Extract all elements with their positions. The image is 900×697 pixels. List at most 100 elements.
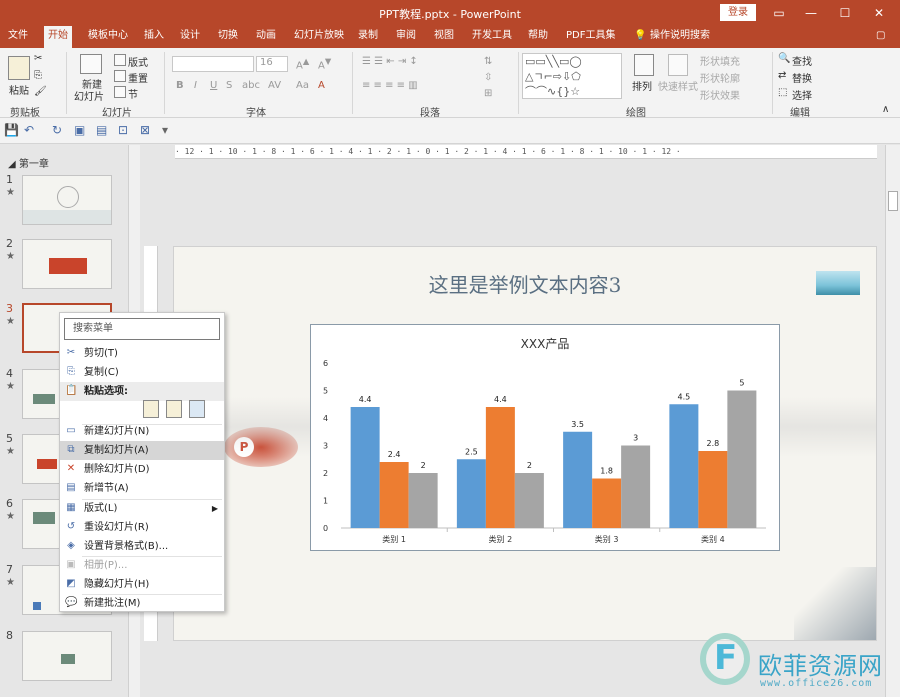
- tab-slideshow[interactable]: 幻灯片放映: [290, 26, 348, 48]
- tab-developer[interactable]: 开发工具: [468, 26, 516, 48]
- section-icon[interactable]: [114, 86, 126, 98]
- close-icon[interactable]: ✕: [864, 3, 894, 23]
- layout-button[interactable]: 版式: [128, 54, 148, 69]
- font-name-combo[interactable]: [172, 56, 254, 72]
- font-size-combo[interactable]: 16: [256, 56, 288, 72]
- tab-insert[interactable]: 插入: [140, 26, 168, 48]
- select-icon[interactable]: ⬚: [778, 87, 787, 98]
- reset-button[interactable]: 重置: [128, 70, 148, 85]
- tab-transitions[interactable]: 切换: [214, 26, 242, 48]
- menu-search-input[interactable]: 搜索菜单: [64, 318, 220, 340]
- tab-review[interactable]: 审阅: [392, 26, 420, 48]
- collapse-ribbon-icon[interactable]: ∧: [882, 104, 889, 115]
- new-slide-qat-icon[interactable]: ▤: [96, 123, 107, 137]
- paste-label[interactable]: 粘贴: [9, 82, 29, 97]
- tab-design[interactable]: 设计: [176, 26, 204, 48]
- new-slide-icon[interactable]: [80, 54, 102, 74]
- menu-item-layout[interactable]: ▦ 版式(L) ▶: [60, 499, 224, 518]
- arrange-icon[interactable]: [634, 54, 654, 76]
- x-tick-label: 类别 2: [489, 534, 513, 544]
- menu-item-copy[interactable]: ⎘ 复制(C): [60, 363, 224, 382]
- align-icons[interactable]: ≡ ≡ ≡ ≡ ▥: [362, 80, 418, 91]
- shrink-font-icon[interactable]: A▼: [318, 56, 331, 71]
- change-case-icon[interactable]: Aa: [296, 80, 309, 91]
- replace-button[interactable]: 替换: [792, 70, 812, 85]
- tab-view[interactable]: 视图: [430, 26, 458, 48]
- shape-effects-button[interactable]: 形状效果: [700, 87, 740, 102]
- bold-icon[interactable]: B: [176, 80, 184, 91]
- slide-thumbnail-1[interactable]: [22, 175, 112, 225]
- section-header[interactable]: ◢ 第一章: [8, 155, 49, 170]
- underline-icon[interactable]: U: [210, 80, 217, 91]
- tab-help[interactable]: 帮助: [524, 26, 552, 48]
- replace-icon[interactable]: ⇄: [778, 70, 786, 81]
- format-painter-icon[interactable]: 🖌: [34, 86, 47, 97]
- tab-animations[interactable]: 动画: [252, 26, 280, 48]
- menu-item-cut[interactable]: ✂ 剪切(T): [60, 344, 224, 363]
- section-button[interactable]: 节: [128, 86, 138, 101]
- bar-chart[interactable]: XXX产品 0 1 2 3 4 5 6 4.4 2.4 2 类别 1 2.5 4.4 2 类别 2 3.5 1.…: [310, 324, 780, 551]
- italic-icon[interactable]: I: [194, 80, 197, 91]
- smartart-icon[interactable]: ⊞: [484, 88, 492, 99]
- present-icon[interactable]: ⊡: [118, 123, 128, 137]
- shadow-icon[interactable]: S: [226, 80, 232, 91]
- from-beginning-icon[interactable]: ▣: [74, 123, 85, 137]
- tab-pdf-tools[interactable]: PDF工具集: [562, 26, 619, 48]
- menu-item-new-comment[interactable]: 💬 新建批注(M): [60, 594, 224, 613]
- editor-scrollbar[interactable]: [885, 145, 900, 697]
- redo-icon[interactable]: ↻: [52, 123, 62, 137]
- scrollbar-thumb[interactable]: [888, 191, 898, 211]
- shapes-gallery[interactable]: ▭▭╲╲▭◯ △ㄱ⌐⇨⇩⬠ ⌒⌒∿{}☆: [522, 53, 622, 99]
- slide-thumbnail-2[interactable]: [22, 239, 112, 289]
- menu-item-reset-slide[interactable]: ↺ 重设幻灯片(R): [60, 518, 224, 537]
- copy-icon[interactable]: ⎘: [34, 70, 42, 81]
- landscape-image[interactable]: [816, 271, 860, 295]
- cut-icon[interactable]: ✂: [34, 53, 42, 64]
- shape-fill-button[interactable]: 形状填充: [700, 53, 740, 68]
- select-button[interactable]: 选择: [792, 87, 812, 102]
- customize-qat-icon[interactable]: ▾: [162, 123, 168, 137]
- layout-icon[interactable]: [114, 54, 126, 66]
- quick-styles-icon[interactable]: [668, 54, 688, 76]
- reset-icon[interactable]: [114, 70, 126, 82]
- touch-mode-icon[interactable]: ⊠: [140, 123, 150, 137]
- grow-font-icon[interactable]: A▲: [296, 56, 309, 71]
- menu-item-label: 设置背景格式(B)...: [84, 541, 169, 552]
- paste-icon[interactable]: [8, 56, 30, 80]
- tab-file[interactable]: 文件: [4, 26, 32, 48]
- maximize-icon[interactable]: ☐: [830, 3, 860, 23]
- menu-item-duplicate-slide[interactable]: ⧉ 复制幻灯片(A): [60, 441, 224, 460]
- undo-icon[interactable]: ↶: [24, 123, 34, 137]
- save-icon[interactable]: 💾: [4, 123, 19, 137]
- shape-outline-button[interactable]: 形状轮廓: [700, 70, 740, 85]
- paste-keep-source-icon[interactable]: [143, 400, 159, 418]
- menu-item-format-background[interactable]: ◈ 设置背景格式(B)...: [60, 537, 224, 556]
- paste-picture-icon[interactable]: [189, 400, 205, 418]
- menu-item-delete-slide[interactable]: ✕ 删除幻灯片(D): [60, 460, 224, 479]
- menu-item-new-section[interactable]: ▤ 新增节(A): [60, 479, 224, 498]
- quick-styles-button[interactable]: 快速样式: [658, 78, 698, 93]
- tab-home[interactable]: 开始: [44, 26, 72, 48]
- tell-me-search[interactable]: 操作说明搜索: [646, 26, 714, 48]
- tab-record[interactable]: 录制: [354, 26, 382, 48]
- arrange-button[interactable]: 排列: [632, 78, 652, 93]
- tab-templates[interactable]: 模板中心: [84, 26, 132, 48]
- strikethrough-icon[interactable]: abc: [242, 80, 260, 91]
- menu-item-hide-slide[interactable]: ◩ 隐藏幻灯片(H): [60, 575, 224, 594]
- minimize-icon[interactable]: —: [796, 3, 826, 23]
- ribbon-display-icon[interactable]: ▭: [764, 3, 794, 23]
- font-color-icon[interactable]: A: [318, 80, 325, 91]
- comments-icon[interactable]: ▢: [872, 26, 889, 48]
- slide-thumbnail-8[interactable]: [22, 631, 112, 681]
- find-icon[interactable]: 🔍: [778, 53, 790, 64]
- paste-use-destination-icon[interactable]: [166, 400, 182, 418]
- bullets-icon[interactable]: ☰ ☰ ⇤ ⇥ ↕: [362, 56, 418, 67]
- find-button[interactable]: 查找: [792, 53, 812, 68]
- login-button[interactable]: 登录: [720, 4, 756, 21]
- align-text-icon[interactable]: ⇳: [484, 72, 492, 83]
- menu-item-new-slide[interactable]: ▭ 新建幻灯片(N): [60, 422, 224, 441]
- text-direction-icon[interactable]: ⇅: [484, 56, 492, 67]
- new-slide-label-2[interactable]: 幻灯片: [74, 88, 104, 103]
- slide-title[interactable]: 这里是举例文本内容3: [174, 269, 876, 298]
- char-spacing-icon[interactable]: AV: [268, 80, 281, 91]
